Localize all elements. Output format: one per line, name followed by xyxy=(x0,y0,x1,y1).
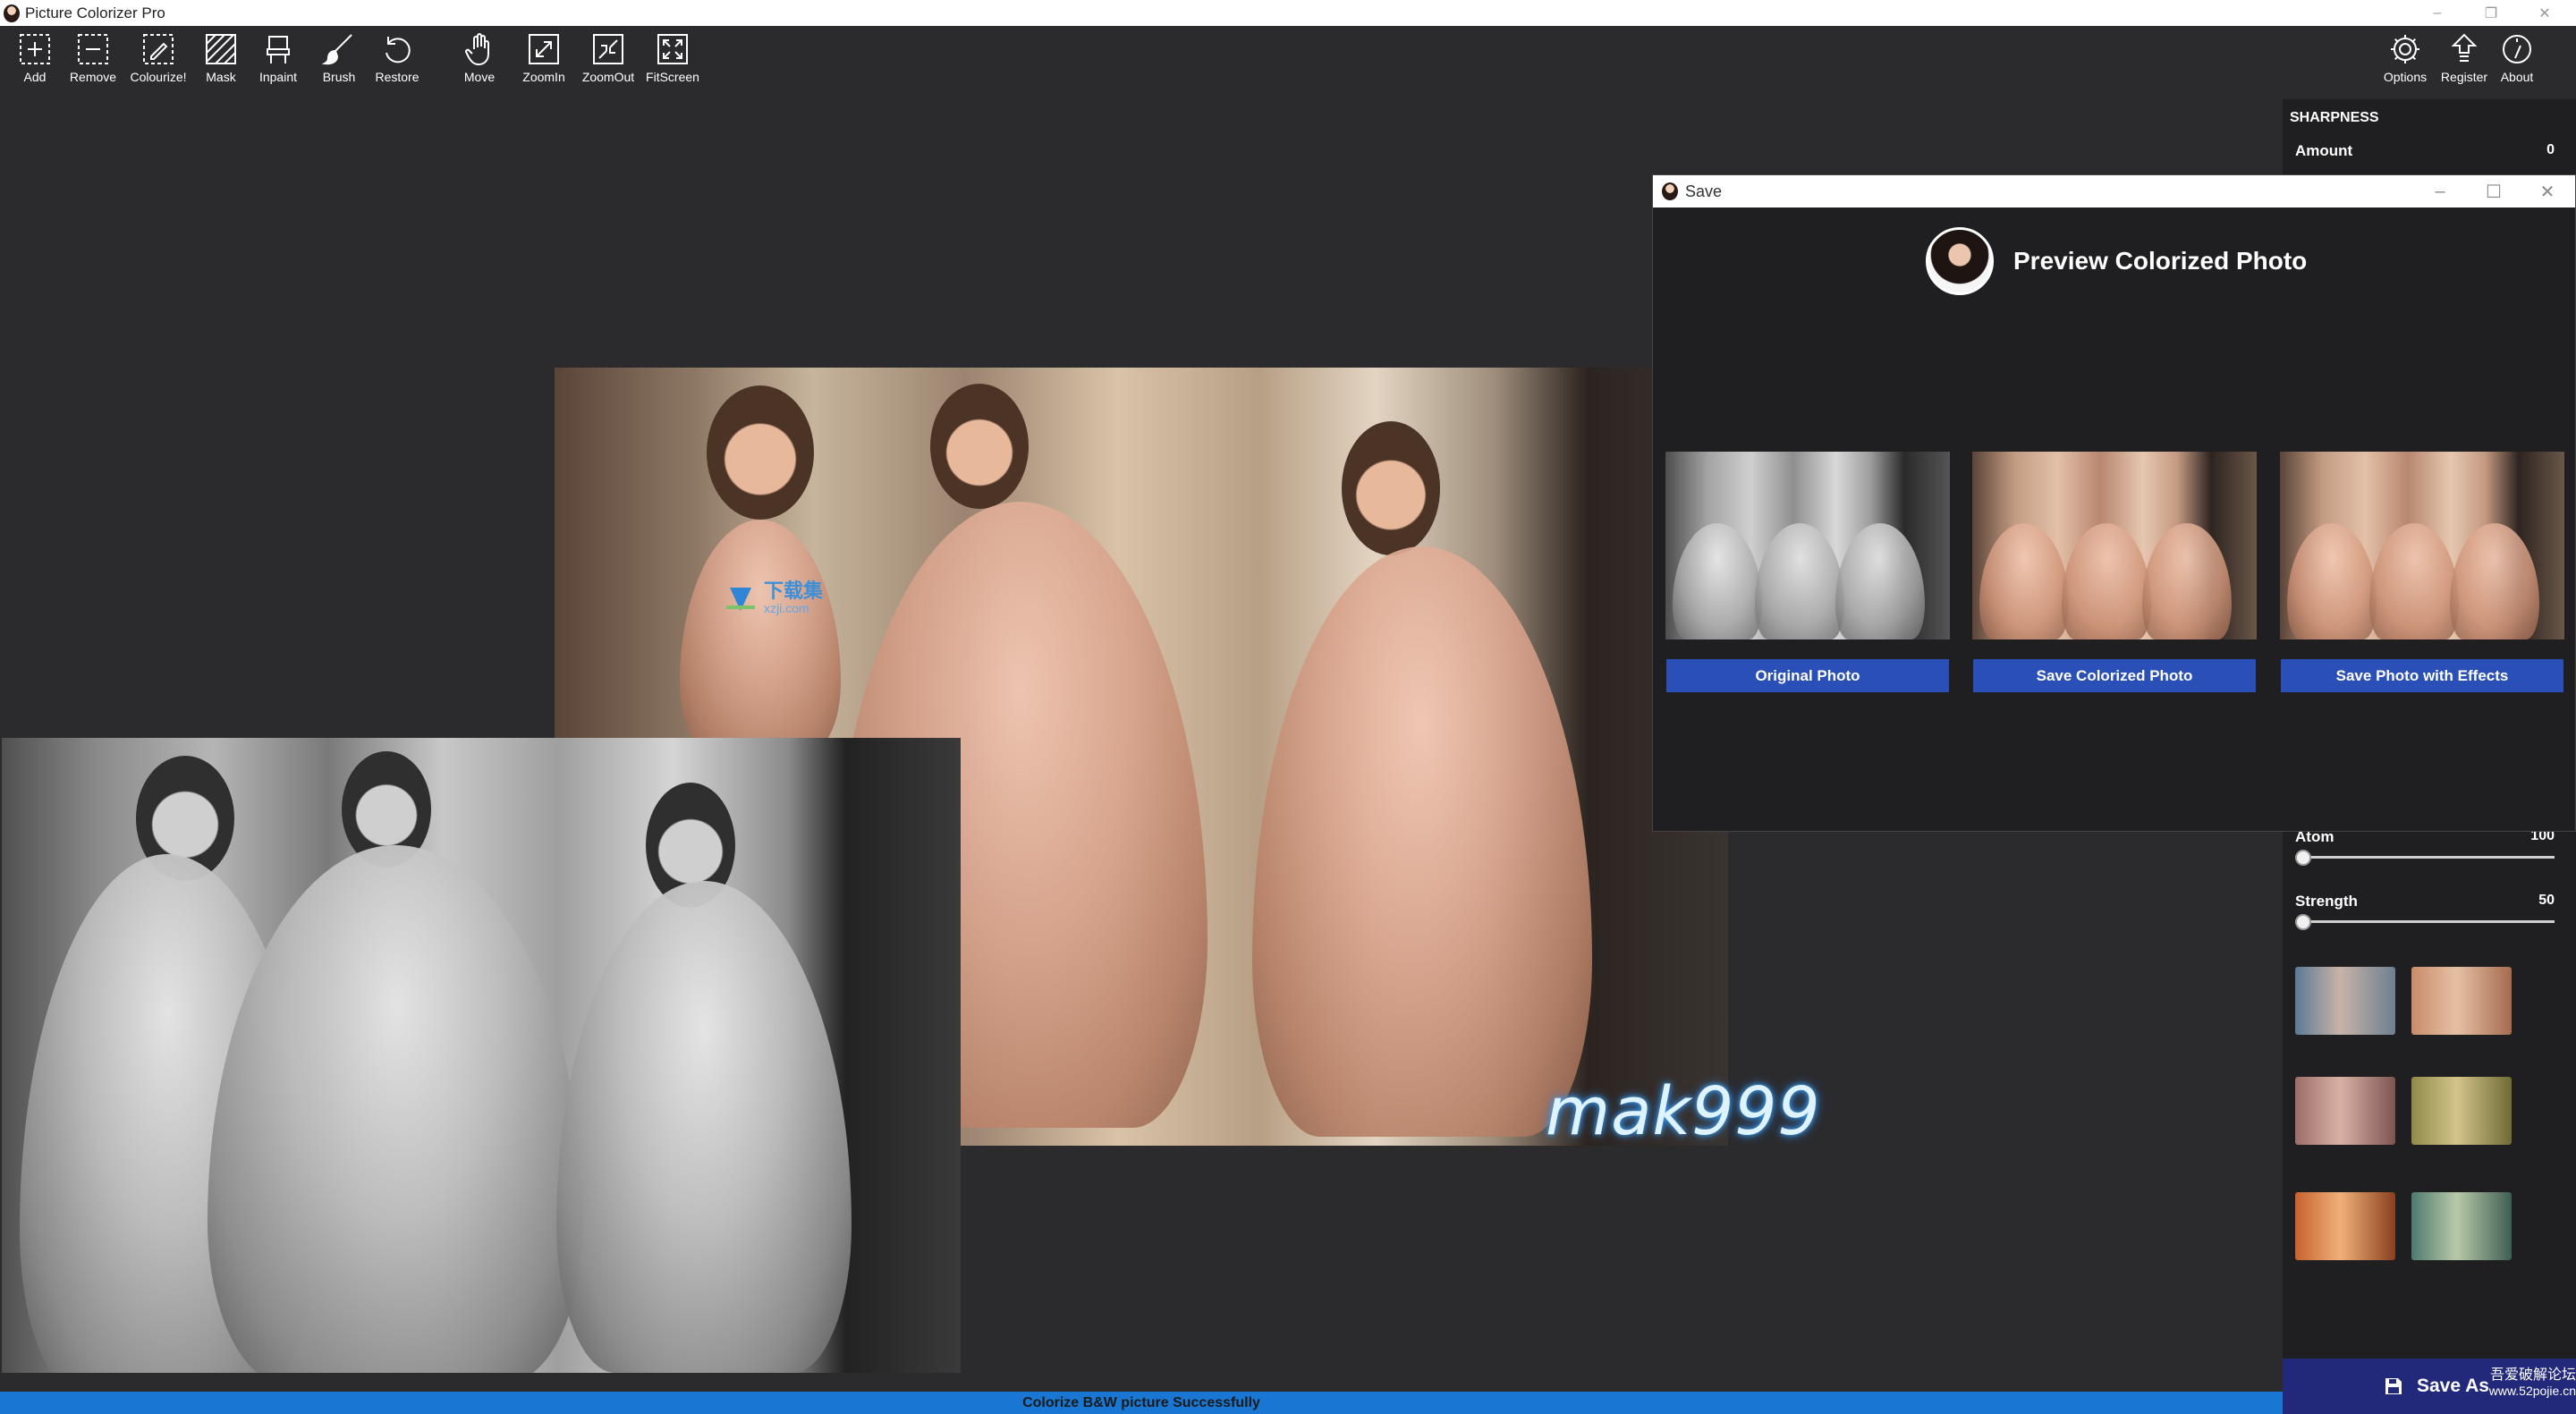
window-titlebar: Picture Colorizer Pro – ❐ ✕ xyxy=(0,0,2576,26)
brush-button[interactable]: Brush xyxy=(308,31,370,96)
zoom-out-icon xyxy=(593,34,623,64)
inpaint-button[interactable]: Inpaint xyxy=(247,31,309,96)
gear-icon xyxy=(2391,35,2419,64)
remove-label: Remove xyxy=(69,70,117,84)
save-dialog-title: Save xyxy=(1685,182,1723,200)
zoom-in-button[interactable]: ZoomIn xyxy=(513,31,575,96)
app-logo-icon xyxy=(4,4,20,22)
inpaint-icon xyxy=(267,36,290,64)
download-site-watermark: 下载集 xzji.com xyxy=(723,577,848,620)
brush-icon xyxy=(321,34,352,65)
mask-label: Mask xyxy=(206,70,236,84)
move-button[interactable]: Move xyxy=(448,31,511,96)
atom-slider-track[interactable] xyxy=(2295,856,2555,859)
zoom-out-label: ZoomOut xyxy=(581,70,635,84)
filter-cool-thumbnail[interactable] xyxy=(2295,967,2395,1035)
restore-button[interactable]: Restore xyxy=(366,31,428,96)
zoom-in-label: ZoomIn xyxy=(522,70,565,84)
save-colorized-photo-button[interactable]: Save Colorized Photo xyxy=(1973,659,2256,692)
filter-warm-thumbnail[interactable] xyxy=(2411,967,2512,1035)
zoom-in-icon xyxy=(529,34,559,64)
add-label: Add xyxy=(23,70,47,84)
watermark-brand: 下载集 xyxy=(764,580,824,602)
options-button[interactable]: Options xyxy=(2374,31,2436,96)
window-title: Picture Colorizer Pro xyxy=(25,4,165,21)
preview-header: Preview Colorized Photo xyxy=(1926,227,2307,295)
fit-screen-button[interactable]: FitScreen xyxy=(641,31,704,96)
dialog-minimize-icon[interactable]: – xyxy=(2413,175,2467,207)
save-dialog: Save – ☐ ✕ Preview Colorized Photo Origi… xyxy=(1652,174,2576,832)
atom-slider-thumb[interactable] xyxy=(2295,850,2311,866)
restore-label: Restore xyxy=(375,70,419,84)
preview-heading: Preview Colorized Photo xyxy=(2013,247,2308,275)
colourize-icon xyxy=(143,34,174,64)
dialog-close-icon[interactable]: ✕ xyxy=(2521,175,2574,207)
close-icon[interactable]: ✕ xyxy=(2524,0,2565,26)
status-bar: Colorize B&W picture Successfully xyxy=(0,1392,2283,1414)
minimize-icon[interactable]: – xyxy=(2417,0,2458,26)
filter-vivid-thumbnail[interactable] xyxy=(2295,1192,2395,1260)
options-label: Options xyxy=(2383,70,2428,84)
strength-value: 50 xyxy=(2538,893,2555,908)
amount-slider-row: Amount 0 xyxy=(2295,142,2555,160)
amount-label: Amount xyxy=(2295,142,2353,159)
floppy-disk-icon xyxy=(2385,1378,2402,1394)
mask-button[interactable]: Mask xyxy=(190,31,252,96)
original-bw-photo[interactable] xyxy=(2,738,961,1373)
compass-icon xyxy=(2503,35,2531,64)
about-label: About xyxy=(2500,70,2534,84)
forum-name: 吾爱破解论坛 xyxy=(2489,1367,2576,1383)
inpaint-label: Inpaint xyxy=(258,70,298,84)
move-label: Move xyxy=(463,70,496,84)
filter-olive-thumbnail[interactable] xyxy=(2411,1077,2512,1145)
register-label: Register xyxy=(2440,70,2488,84)
about-button[interactable]: About xyxy=(2486,31,2548,96)
colorized-preview-thumbnail[interactable] xyxy=(1972,452,2257,639)
remove-selection-icon xyxy=(78,34,108,64)
main-toolbar: Add Remove Colourize! Mask Inpaint Brush… xyxy=(0,26,2576,99)
save-photo-with-effects-button[interactable]: Save Photo with Effects xyxy=(2281,659,2563,692)
forum-watermark: 吾爱破解论坛 www.52pojie.cn xyxy=(2462,1367,2576,1398)
hand-icon xyxy=(465,33,489,66)
author-signature: mak999 xyxy=(1546,1073,1821,1150)
preview-avatar xyxy=(1926,227,1994,295)
strength-slider-thumb[interactable] xyxy=(2295,914,2311,930)
dialog-app-icon xyxy=(1662,182,1678,200)
watermark-site: xzji.com xyxy=(764,601,809,615)
filter-rose-thumbnail[interactable] xyxy=(2295,1077,2395,1145)
add-button[interactable]: Add xyxy=(4,31,66,96)
effects-preview-thumbnail[interactable] xyxy=(2280,452,2564,639)
status-message: Colorize B&W picture Successfully xyxy=(1022,1394,1260,1410)
forum-url: www.52pojie.cn xyxy=(2488,1384,2576,1399)
strength-label: Strength xyxy=(2295,893,2358,910)
brush-label: Brush xyxy=(322,70,356,84)
restore-icon xyxy=(386,37,411,64)
filter-teal-thumbnail[interactable] xyxy=(2411,1192,2512,1260)
download-arrow-icon xyxy=(726,588,755,611)
fit-screen-icon xyxy=(657,34,688,64)
dialog-maximize-icon[interactable]: ☐ xyxy=(2467,175,2521,207)
mask-icon xyxy=(206,34,236,64)
colourize-button[interactable]: Colourize! xyxy=(127,31,190,96)
upload-arrow-icon xyxy=(2451,33,2478,62)
sharpness-section-title: SHARPNESS xyxy=(2290,110,2379,125)
original-photo-button[interactable]: Original Photo xyxy=(1666,659,1949,692)
fit-screen-label: FitScreen xyxy=(646,70,699,84)
strength-slider-row: Strength 50 xyxy=(2295,893,2555,930)
save-dialog-titlebar: Save – ☐ ✕ xyxy=(1653,175,2575,207)
original-preview-thumbnail[interactable] xyxy=(1665,452,1950,639)
colourize-label: Colourize! xyxy=(130,70,187,84)
amount-value: 0 xyxy=(2546,142,2555,157)
remove-button[interactable]: Remove xyxy=(62,31,124,96)
strength-slider-track[interactable] xyxy=(2295,920,2555,923)
restore-icon[interactable]: ❐ xyxy=(2470,0,2512,26)
add-selection-icon xyxy=(20,34,50,64)
zoom-out-button[interactable]: ZoomOut xyxy=(577,31,640,96)
